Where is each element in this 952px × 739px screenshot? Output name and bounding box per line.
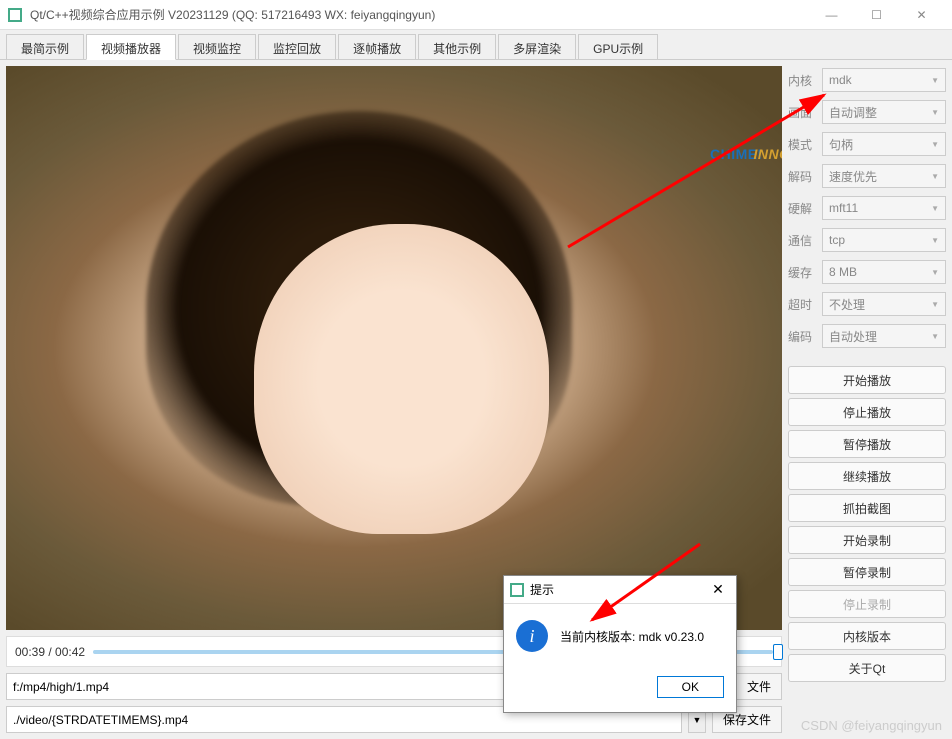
action-button-8[interactable]: 内核版本 <box>788 622 946 650</box>
tab-4[interactable]: 逐帧播放 <box>338 34 416 59</box>
select-file-button[interactable]: 文件 <box>736 673 782 700</box>
watermark: CSDN @feiyangqingyun <box>801 718 942 733</box>
titlebar: Qt/C++视频综合应用示例 V20231129 (QQ: 517216493 … <box>0 0 952 30</box>
config-row-0: 内核 mdk▼ <box>788 66 946 94</box>
config-label-1: 画面 <box>788 104 816 121</box>
window-title: Qt/C++视频综合应用示例 V20231129 (QQ: 517216493 … <box>30 6 809 23</box>
time-current: 00:39 <box>15 645 45 659</box>
config-label-2: 模式 <box>788 136 816 153</box>
tab-2[interactable]: 视频监控 <box>178 34 256 59</box>
close-button[interactable]: ✕ <box>899 0 944 30</box>
dialog-close-button[interactable]: ✕ <box>706 581 730 598</box>
video-area: CHIMEI INNOLUX HD 4K Digital Cinema <box>6 66 782 630</box>
dialog-message: 当前内核版本: mdk v0.23.0 <box>560 628 704 645</box>
config-row-6: 缓存 8 MB▼ <box>788 258 946 286</box>
config-label-6: 缓存 <box>788 264 816 281</box>
tab-bar: 最简示例视频播放器视频监控监控回放逐帧播放其他示例多屏渲染GPU示例 <box>0 30 952 60</box>
config-combo-4[interactable]: mft11▼ <box>822 196 946 220</box>
info-icon: i <box>516 620 548 652</box>
config-combo-7[interactable]: 不处理▼ <box>822 292 946 316</box>
message-dialog: 提示 ✕ i 当前内核版本: mdk v0.23.0 OK <box>503 575 737 713</box>
dialog-icon <box>510 583 524 597</box>
maximize-button[interactable]: ☐ <box>854 0 899 30</box>
config-row-4: 硬解 mft11▼ <box>788 194 946 222</box>
config-label-4: 硬解 <box>788 200 816 217</box>
dialog-title: 提示 <box>530 581 706 598</box>
minimize-button[interactable]: — <box>809 0 854 30</box>
config-row-8: 编码自动处理▼ <box>788 322 946 350</box>
action-button-0[interactable]: 开始播放 <box>788 366 946 394</box>
tab-6[interactable]: 多屏渲染 <box>498 34 576 59</box>
config-row-1: 画面自动调整▼ <box>788 98 946 126</box>
time-total: 00:42 <box>55 645 85 659</box>
action-button-4[interactable]: 抓拍截图 <box>788 494 946 522</box>
config-combo-2[interactable]: 句柄▼ <box>822 132 946 156</box>
tab-3[interactable]: 监控回放 <box>258 34 336 59</box>
right-panel: 内核 mdk▼ 画面自动调整▼ 模式句柄▼ 解码速度优先▼ 硬解 mft11▼ 通信 tcp▼ 缓… <box>788 66 946 733</box>
action-button-7: 停止录制 <box>788 590 946 618</box>
config-row-5: 通信 tcp▼ <box>788 226 946 254</box>
tab-5[interactable]: 其他示例 <box>418 34 496 59</box>
config-label-5: 通信 <box>788 232 816 249</box>
action-button-1[interactable]: 停止播放 <box>788 398 946 426</box>
dialog-ok-button[interactable]: OK <box>657 676 724 698</box>
config-label-0: 内核 <box>788 72 816 89</box>
tab-0[interactable]: 最简示例 <box>6 34 84 59</box>
config-row-3: 解码速度优先▼ <box>788 162 946 190</box>
app-icon <box>8 8 22 22</box>
action-button-9[interactable]: 关于Qt <box>788 654 946 682</box>
config-combo-0[interactable]: mdk▼ <box>822 68 946 92</box>
config-label-8: 编码 <box>788 328 816 345</box>
config-combo-3[interactable]: 速度优先▼ <box>822 164 946 188</box>
config-combo-1[interactable]: 自动调整▼ <box>822 100 946 124</box>
config-label-3: 解码 <box>788 168 816 185</box>
config-combo-8[interactable]: 自动处理▼ <box>822 324 946 348</box>
tab-1[interactable]: 视频播放器 <box>86 34 176 60</box>
action-button-6[interactable]: 暂停录制 <box>788 558 946 586</box>
tab-7[interactable]: GPU示例 <box>578 34 658 59</box>
config-combo-5[interactable]: tcp▼ <box>822 228 946 252</box>
action-button-3[interactable]: 继续播放 <box>788 462 946 490</box>
action-button-2[interactable]: 暂停播放 <box>788 430 946 458</box>
config-label-7: 超时 <box>788 296 816 313</box>
config-row-2: 模式句柄▼ <box>788 130 946 158</box>
brand-label-2: INNOLUX <box>754 146 783 162</box>
time-display: 00:39 / 00:42 <box>15 645 85 659</box>
config-row-7: 超时不处理▼ <box>788 290 946 318</box>
config-combo-6[interactable]: 8 MB▼ <box>822 260 946 284</box>
action-button-5[interactable]: 开始录制 <box>788 526 946 554</box>
